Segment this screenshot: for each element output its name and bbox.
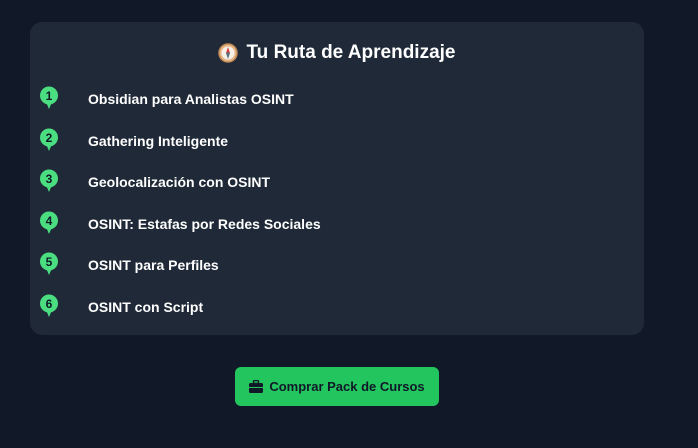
step-number: 1 xyxy=(46,89,53,103)
step-label: Obsidian para Analistas OSINT xyxy=(88,91,294,107)
step-number: 3 xyxy=(46,172,53,186)
map-pin-icon: 5 xyxy=(39,252,59,276)
list-item: 5 OSINT para Perfiles xyxy=(30,242,644,284)
map-pin-icon: 4 xyxy=(39,211,59,235)
map-pin-icon: 6 xyxy=(39,294,59,318)
map-pin-icon: 2 xyxy=(39,128,59,152)
step-label: Gathering Inteligente xyxy=(88,132,229,149)
step-number: 4 xyxy=(46,214,53,228)
map-pin-icon: 3 xyxy=(39,169,59,193)
learning-route-card: Tu Ruta de Aprendizaje 1 Obsidian para A… xyxy=(30,22,644,335)
buy-course-pack-button[interactable]: Comprar Pack de Cursos xyxy=(235,367,439,406)
list-item: 3 Geolocalización con OSINT xyxy=(30,159,644,201)
card-title: Tu Ruta de Aprendizaje xyxy=(30,42,644,64)
route-list: 1 Obsidian para Analistas OSINT 2 Gather… xyxy=(30,76,644,325)
list-item: 1 Obsidian para Analistas OSINT xyxy=(30,76,644,118)
buy-course-pack-label: Comprar Pack de Cursos xyxy=(269,379,425,394)
step-label: OSINT con Script xyxy=(88,298,204,315)
compass-icon xyxy=(218,43,239,63)
step-label: OSINT: Estafas por Redes Sociales xyxy=(88,215,321,232)
step-number: 6 xyxy=(46,297,53,311)
list-item: 2 Gathering Inteligente xyxy=(30,118,644,160)
card-title-text: Tu Ruta de Aprendizaje xyxy=(246,42,456,63)
list-item: 6 OSINT con Script xyxy=(30,284,644,326)
briefcase-icon xyxy=(249,379,264,393)
step-number: 2 xyxy=(46,131,53,145)
step-label: Geolocalización con OSINT xyxy=(88,174,271,190)
step-label: OSINT para Perfiles xyxy=(88,257,219,273)
step-number: 5 xyxy=(46,255,53,269)
map-pin-icon: 1 xyxy=(39,86,59,110)
list-item: 4 OSINT: Estafas por Redes Sociales xyxy=(30,201,644,243)
